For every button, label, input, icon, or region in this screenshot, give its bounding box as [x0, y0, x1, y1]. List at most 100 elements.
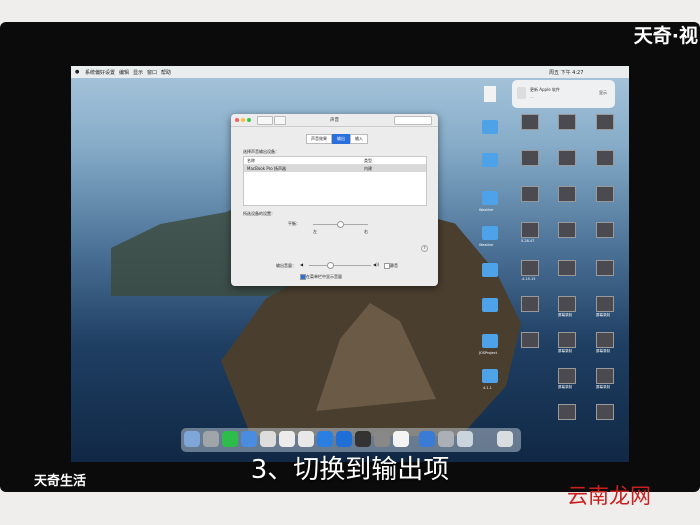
- launchpad-icon[interactable]: [203, 431, 219, 447]
- utilities-icon[interactable]: [457, 431, 473, 447]
- help-icon[interactable]: ?: [421, 245, 428, 252]
- screenshot-thumbnail[interactable]: [558, 368, 576, 384]
- notification-title: 更新 Apple 软件: [530, 87, 560, 92]
- screenshot-thumbnail[interactable]: [521, 186, 539, 202]
- desktop-label: 屏幕录制: [558, 349, 572, 353]
- table-row[interactable]: MacBook Pro 扬声器 内建: [244, 165, 426, 172]
- balance-left: 左: [313, 229, 317, 234]
- screenshot-thumbnail[interactable]: [558, 332, 576, 348]
- screenshot-thumbnail[interactable]: [558, 186, 576, 202]
- menu-app-name[interactable]: 系统偏好设置: [85, 69, 115, 76]
- notification-banner[interactable]: 更新 Apple 软件 … 显示: [512, 80, 615, 108]
- photos-icon[interactable]: [298, 431, 314, 447]
- screenshot-thumbnail[interactable]: [521, 260, 539, 276]
- speaker-low-icon: ◀: [300, 262, 304, 267]
- screenshot-thumbnail[interactable]: [558, 260, 576, 276]
- screenshot-thumbnail[interactable]: [596, 222, 614, 238]
- folder-icon[interactable]: [482, 226, 498, 240]
- airdrop-icon[interactable]: [438, 431, 454, 447]
- trash-icon[interactable]: [497, 431, 513, 447]
- tab-sound-effects[interactable]: 声音效果: [306, 134, 332, 144]
- desktop-label: 屏幕录制: [596, 313, 610, 317]
- watermark-top: 天奇·视: [633, 25, 698, 47]
- folder-icon[interactable]: [482, 369, 498, 383]
- mute-label: 静音: [390, 263, 398, 268]
- balance-right: 右: [364, 229, 368, 234]
- tab-bar: 声音效果 输出 输入: [306, 134, 368, 144]
- desktop-label: 屏幕录制: [596, 385, 610, 389]
- xcode-icon[interactable]: [279, 431, 295, 447]
- desktop-label: JOSProject: [479, 351, 497, 355]
- show-in-menubar-label: 在菜单栏中显示音量: [306, 274, 342, 279]
- desktop-label: 屏幕录制: [596, 349, 610, 353]
- screenshot-thumbnail[interactable]: [596, 260, 614, 276]
- speaker-high-icon: ◀)): [373, 262, 380, 267]
- table-header: 名称 类型: [244, 157, 426, 165]
- folder-icon[interactable]: [482, 334, 498, 348]
- upload-icon[interactable]: [336, 431, 352, 447]
- desktop-label: 屏幕录制: [558, 385, 572, 389]
- column-name: 名称: [247, 158, 255, 163]
- window-titlebar: 声音: [231, 114, 438, 127]
- desktop-label: .4.15.15: [521, 277, 536, 281]
- device-settings-label: 所选设备的设置：: [243, 211, 275, 216]
- screenshot-thumbnail[interactable]: [558, 404, 576, 420]
- menu-help[interactable]: 帮助: [161, 69, 171, 76]
- screenshot-thumbnail[interactable]: [558, 150, 576, 166]
- qq-icon[interactable]: [393, 431, 409, 447]
- screenshot-thumbnail[interactable]: [521, 332, 539, 348]
- screenshot-thumbnail[interactable]: [558, 222, 576, 238]
- screenshot-thumbnail[interactable]: [521, 296, 539, 312]
- wechat-icon[interactable]: [222, 431, 238, 447]
- screenshot-thumbnail[interactable]: [596, 114, 614, 130]
- screenshot-thumbnail[interactable]: [596, 186, 614, 202]
- device-name: MacBook Pro 扬声器: [247, 166, 286, 171]
- menu-clock[interactable]: 周五 下午 4:27: [549, 69, 583, 76]
- screenshot-thumbnail[interactable]: [596, 332, 614, 348]
- balance-slider-knob[interactable]: [337, 221, 344, 228]
- folder-icon[interactable]: [482, 298, 498, 312]
- terminal-icon[interactable]: [355, 431, 371, 447]
- screenshot-thumbnail[interactable]: [521, 150, 539, 166]
- desktop-label: Weather: [479, 208, 494, 212]
- mac-screen: ● 系统偏好设置 编辑 显示 窗口 帮助 周五 下午 4:27 更新 Apple…: [71, 66, 629, 462]
- menu-window[interactable]: 窗口: [147, 69, 157, 76]
- screenshot-thumbnail[interactable]: [521, 114, 539, 130]
- screenshot-thumbnail[interactable]: [596, 296, 614, 312]
- folder-icon[interactable]: [482, 120, 498, 134]
- notification-subtitle: …: [530, 94, 534, 99]
- desktop-label: Weather: [479, 243, 494, 247]
- menu-view[interactable]: 显示: [133, 69, 143, 76]
- downloads-icon[interactable]: [419, 431, 435, 447]
- screenshot-thumbnail[interactable]: [596, 404, 614, 420]
- balance-label: 平衡：: [288, 221, 300, 226]
- volume-slider[interactable]: [309, 265, 371, 266]
- volume-slider-knob[interactable]: [327, 262, 334, 269]
- menu-edit[interactable]: 编辑: [119, 69, 129, 76]
- system-preferences-icon[interactable]: [374, 431, 390, 447]
- folder-icon[interactable]: [482, 153, 498, 167]
- output-volume-label: 输出音量：: [276, 263, 296, 268]
- desktop-label: 4.1.1: [483, 386, 492, 390]
- device-table: 名称 类型 MacBook Pro 扬声器 内建: [243, 156, 427, 206]
- finder-icon[interactable]: [184, 431, 200, 447]
- search-input[interactable]: [394, 116, 432, 125]
- desktop-label: 屏幕录制: [558, 313, 572, 317]
- screenshot-thumbnail[interactable]: [521, 222, 539, 238]
- file-icon[interactable]: [484, 86, 496, 102]
- screenshot-thumbnail[interactable]: [596, 150, 614, 166]
- screenshot-thumbnail[interactable]: [596, 368, 614, 384]
- device-type: 内建: [364, 166, 372, 171]
- menu-bar: ● 系统偏好设置 编辑 显示 窗口 帮助 周五 下午 4:27: [71, 66, 629, 78]
- notification-show-button[interactable]: 显示: [599, 90, 607, 96]
- safari-icon[interactable]: [241, 431, 257, 447]
- mail-icon[interactable]: [260, 431, 276, 447]
- apple-icon[interactable]: ●: [75, 69, 79, 75]
- screenshot-thumbnail[interactable]: [558, 114, 576, 130]
- screenshot-thumbnail[interactable]: [558, 296, 576, 312]
- tab-output[interactable]: 输出: [332, 134, 350, 144]
- folder-icon[interactable]: [482, 191, 498, 205]
- tab-input[interactable]: 输入: [350, 134, 368, 144]
- app-store-dock-icon[interactable]: [317, 431, 333, 447]
- folder-icon[interactable]: [482, 263, 498, 277]
